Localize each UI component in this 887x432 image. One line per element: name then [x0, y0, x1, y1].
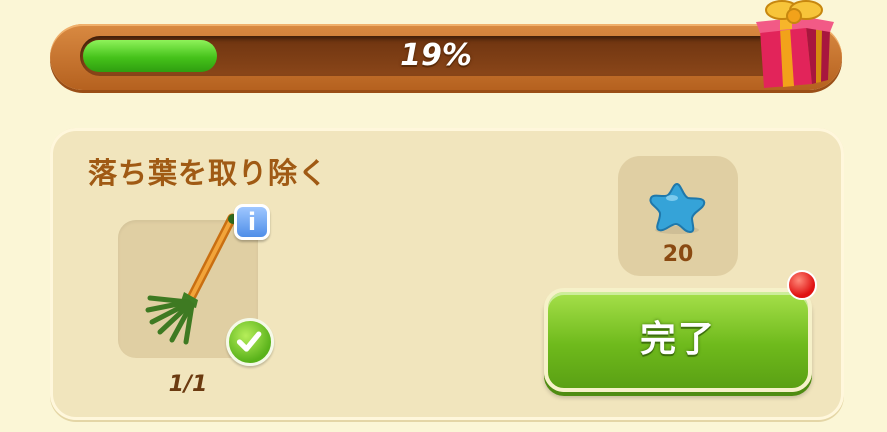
info-button[interactable]: i: [234, 204, 270, 240]
progress-track: 19%: [80, 36, 792, 76]
done-button[interactable]: 完了: [544, 288, 812, 392]
blue-star-icon: [649, 182, 706, 234]
task-title: 落ち葉を取り除く: [88, 156, 329, 190]
item-count: 1/1: [168, 372, 208, 397]
task-panel: 落ち葉を取り除く i 1/1 20 完了: [50, 128, 844, 420]
reward-value: 20: [662, 242, 694, 267]
gift-box-icon[interactable]: [750, 0, 836, 88]
notification-dot: [787, 270, 817, 300]
progress-label: 19%: [400, 38, 472, 73]
progress-bar: 19%: [50, 24, 842, 90]
checkmark-icon: [226, 318, 274, 366]
